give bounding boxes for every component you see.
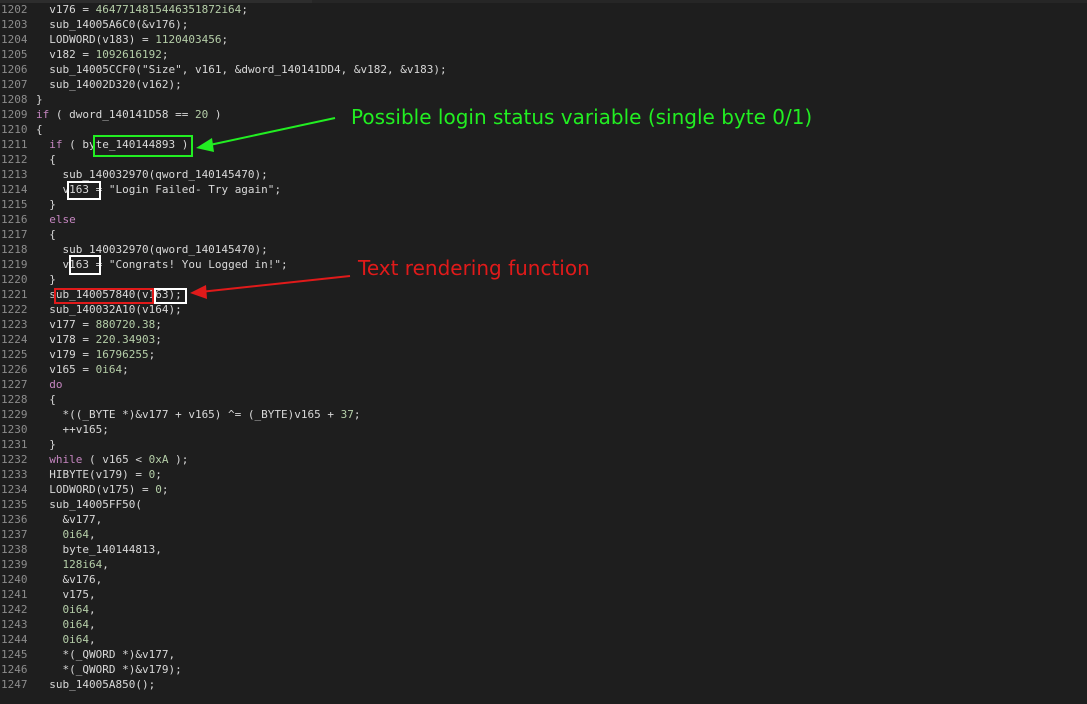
green-arrowhead (196, 138, 214, 152)
login-status-annotation: Possible login status variable (single b… (351, 105, 813, 129)
red-arrowhead (190, 285, 207, 299)
red-arrow-line (199, 275, 351, 293)
green-arrow-line (204, 117, 336, 147)
text-rendering-annotation: Text rendering function (358, 256, 590, 280)
